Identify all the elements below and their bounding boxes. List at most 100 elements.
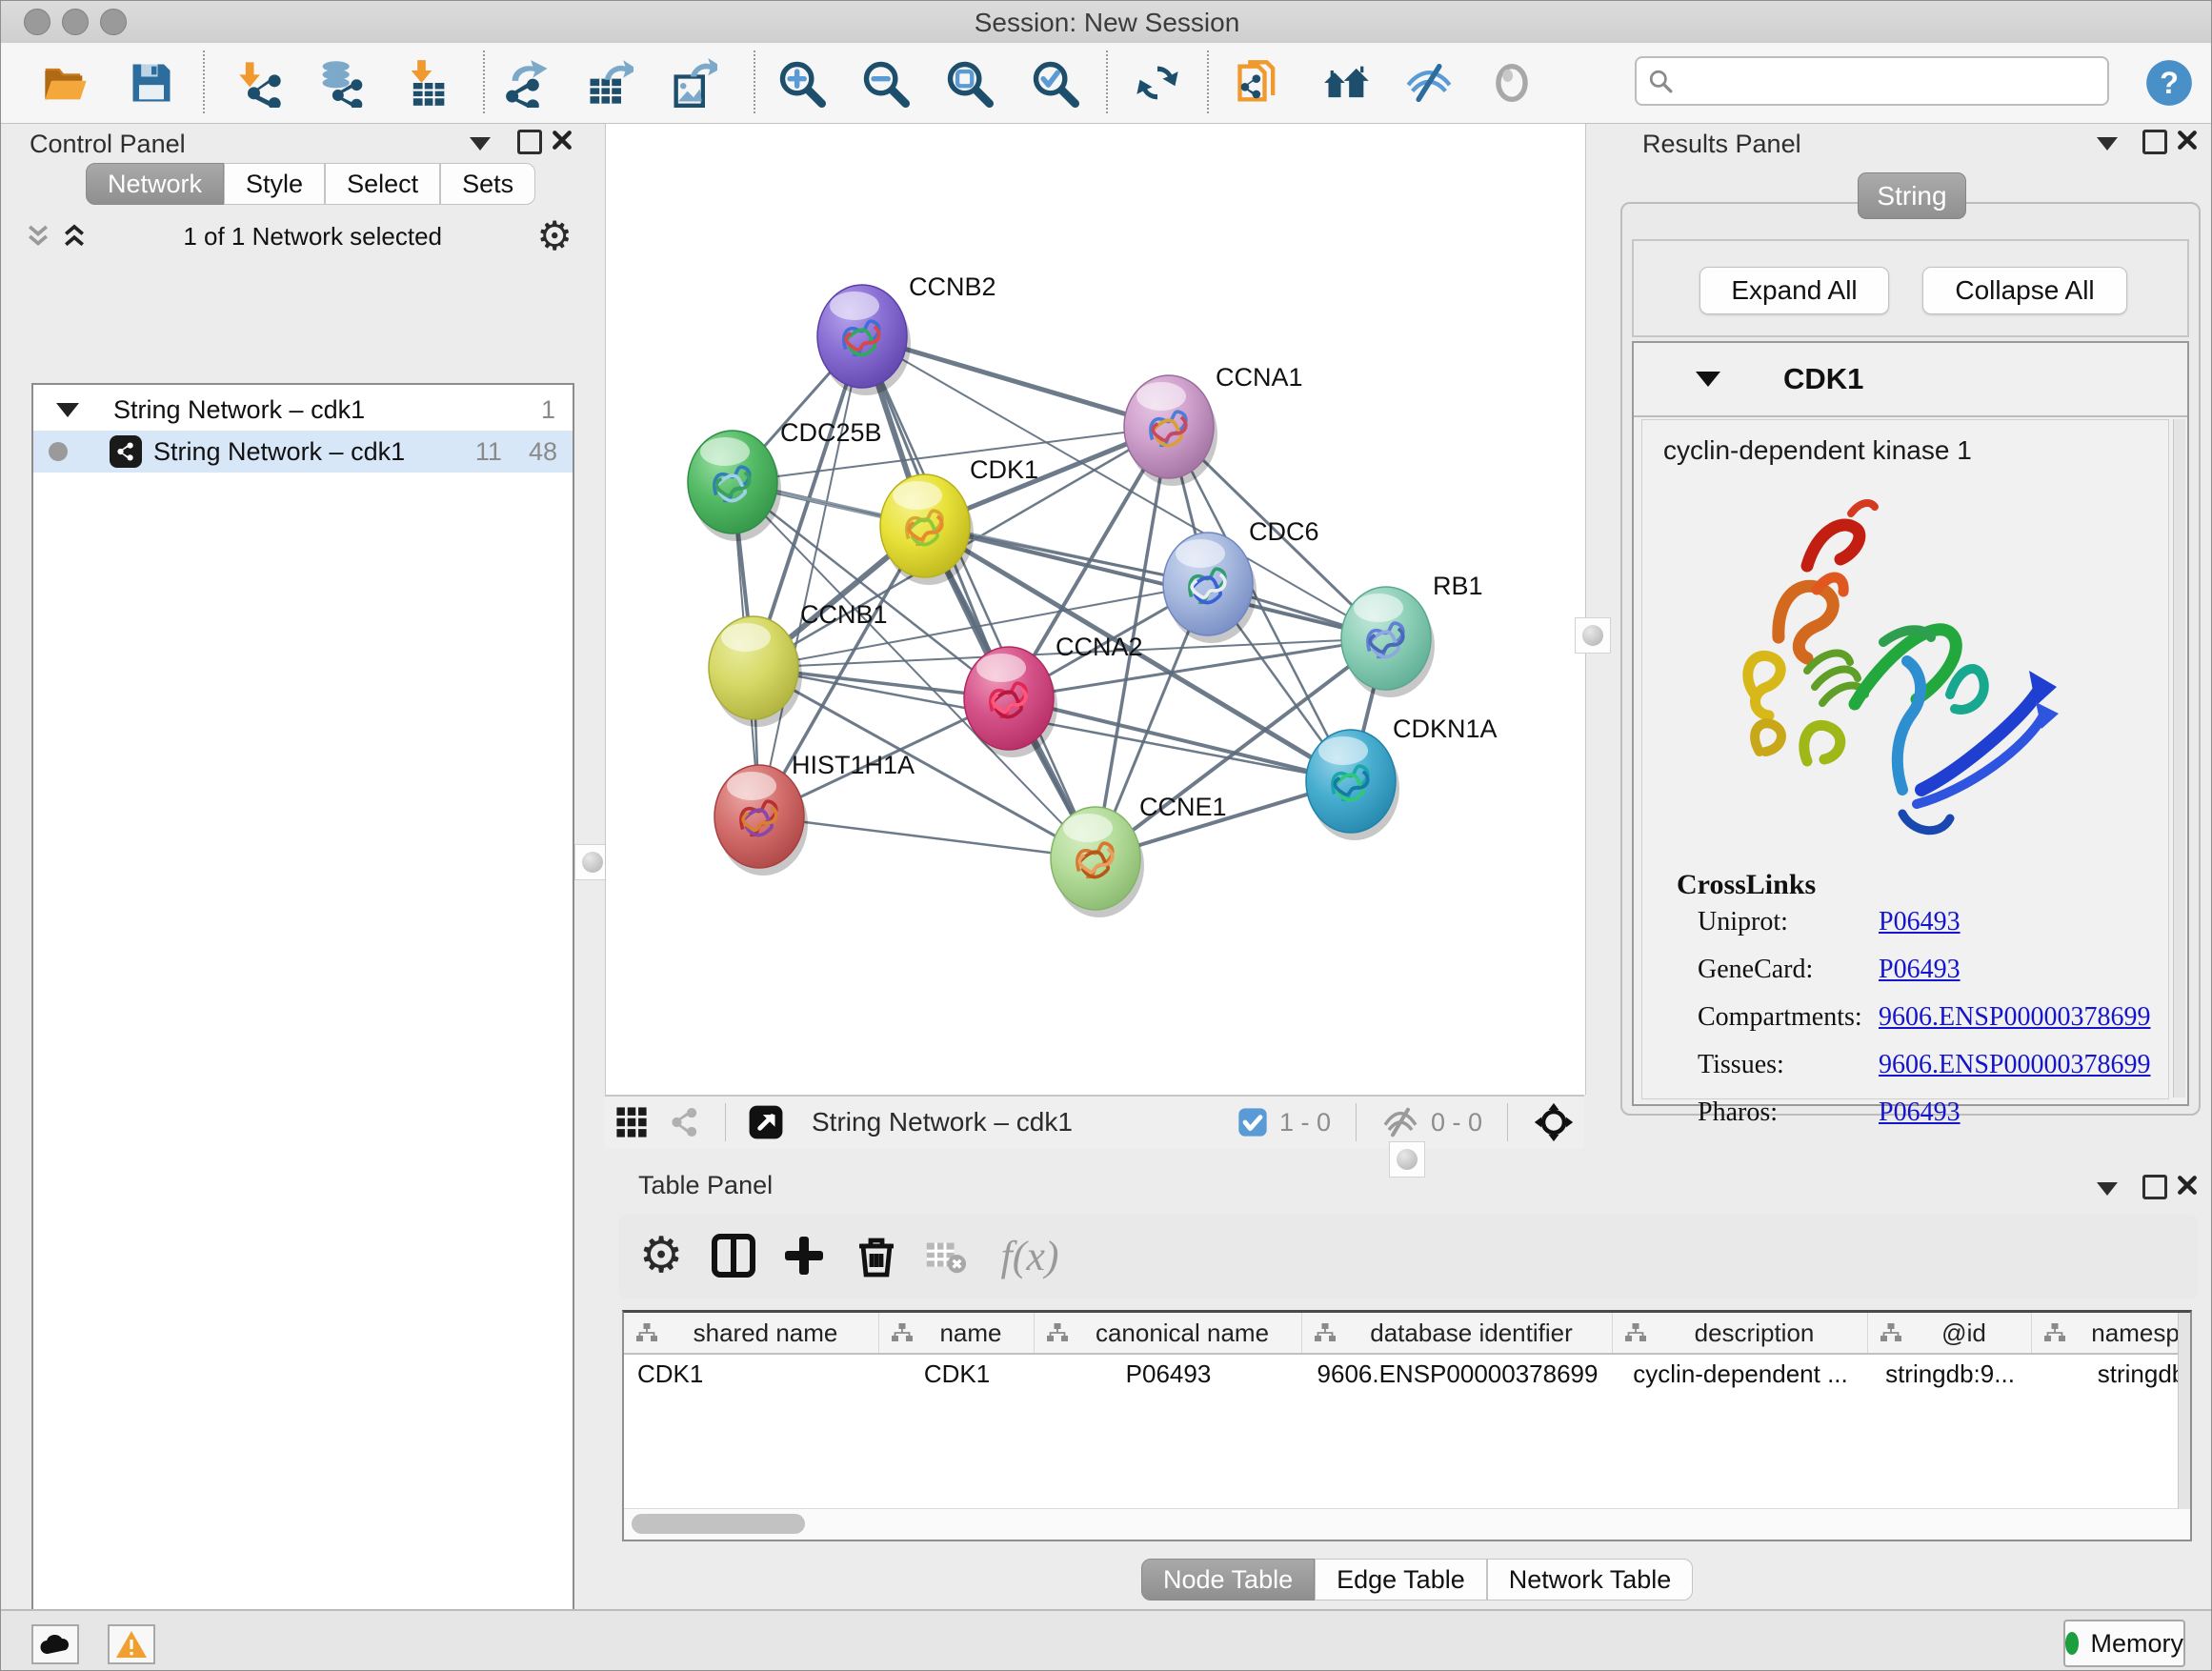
network-canvas[interactable]: CCNB2CCNA1CDC25BCDK1CDC6RB1CCNB1CCNA2CDK… (605, 124, 1586, 1095)
panel-float-icon[interactable] (2142, 130, 2167, 154)
network-file-share-icon[interactable] (1232, 56, 1285, 110)
crosslink-value-link[interactable]: 9606.ENSP00000378699 (1879, 1002, 2150, 1033)
tab-sets[interactable]: Sets (440, 163, 535, 205)
panel-menu-icon[interactable] (470, 137, 491, 151)
import-table-icon[interactable] (401, 56, 454, 110)
table-cell[interactable]: 9606.ENSP00000378699 (1302, 1355, 1613, 1393)
birdseye-view-icon[interactable] (739, 1096, 793, 1149)
table-cell[interactable]: stringdb:9... (1868, 1355, 2032, 1393)
table-cell[interactable]: CDK1 (624, 1355, 879, 1393)
crosslink-value-link[interactable]: P06493 (1879, 955, 1961, 985)
add-column-icon[interactable] (773, 1224, 835, 1287)
warning-status-button[interactable] (108, 1624, 155, 1664)
show-columns-icon[interactable] (702, 1224, 765, 1287)
crosslink-value-link[interactable]: P06493 (1879, 907, 1961, 937)
function-builder-icon[interactable]: f(x) (982, 1224, 1077, 1287)
panel-float-icon[interactable] (2142, 1175, 2167, 1199)
cloud-status-button[interactable] (31, 1624, 79, 1664)
node-CDC25B[interactable] (688, 431, 781, 541)
network-tree-root-row[interactable]: String Network – cdk1 1 (33, 389, 573, 431)
table-row[interactable]: CDK1CDK1P064939606.ENSP00000378699cyclin… (624, 1355, 2190, 1393)
right-splitter-handle[interactable] (1575, 617, 1611, 654)
tree-expand-caret-icon[interactable] (56, 403, 79, 417)
tab-style[interactable]: Style (224, 163, 325, 205)
export-image-icon[interactable] (666, 56, 719, 110)
crosslink-value-link[interactable]: 9606.ENSP00000378699 (1879, 1050, 2150, 1080)
column-header-name[interactable]: name (879, 1313, 1035, 1353)
crosslink-value-link[interactable]: P06493 (1879, 1097, 1961, 1128)
results-tab-string[interactable]: String (1858, 172, 1966, 219)
help-icon[interactable]: ? (2142, 56, 2196, 110)
panel-menu-icon[interactable] (2097, 137, 2118, 151)
column-header-@id[interactable]: @id (1868, 1313, 2032, 1353)
column-header-canonical-name[interactable]: canonical name (1035, 1313, 1302, 1353)
node-CDC6[interactable] (1163, 533, 1257, 643)
share-view-icon[interactable] (658, 1096, 712, 1149)
edge-CCNB2-CCNE1[interactable] (862, 336, 1096, 858)
zoom-in-icon[interactable] (774, 56, 828, 110)
zoom-selected-icon[interactable] (1028, 56, 1081, 110)
zoom-fit-icon[interactable] (942, 56, 995, 110)
zoom-out-icon[interactable] (858, 56, 912, 110)
save-session-icon[interactable] (125, 56, 178, 110)
node-RB1[interactable] (1341, 587, 1435, 697)
panel-close-icon[interactable] (552, 130, 573, 151)
grid-view-icon[interactable] (605, 1096, 658, 1149)
table-settings-gear-icon[interactable]: ⚙ (630, 1224, 693, 1287)
fit-content-crosshair-icon[interactable] (1533, 1101, 1575, 1143)
node-CCNA1[interactable] (1124, 375, 1217, 486)
panel-float-icon[interactable] (517, 130, 542, 154)
node-HIST1H1A[interactable] (714, 765, 808, 876)
column-header-shared-name[interactable]: shared name (624, 1313, 879, 1353)
column-header-description[interactable]: description (1613, 1313, 1868, 1353)
search-field[interactable] (1635, 56, 2109, 106)
tab-node-table[interactable]: Node Table (1141, 1559, 1315, 1601)
edge-CCNB2-HIST1H1A[interactable] (759, 336, 862, 816)
network-tree-child-row[interactable]: String Network – cdk1 11 48 (33, 431, 573, 473)
tab-edge-table[interactable]: Edge Table (1315, 1559, 1487, 1601)
network-options-gear-icon[interactable]: ⚙ (536, 216, 573, 256)
refresh-icon[interactable] (1131, 56, 1184, 110)
panel-close-icon[interactable] (2177, 1175, 2198, 1196)
column-header-namespace[interactable]: namespace (2032, 1313, 2192, 1353)
home-network-icon[interactable] (1320, 56, 1374, 110)
scrollbar-thumb[interactable] (632, 1514, 805, 1534)
import-network-file-icon[interactable] (233, 56, 287, 110)
edge-HIST1H1A-CCNE1[interactable] (759, 816, 1096, 858)
result-entry-header[interactable]: CDK1 (1634, 343, 2187, 417)
table-cell[interactable]: P06493 (1035, 1355, 1302, 1393)
collapse-all-button[interactable]: Collapse All (1922, 267, 2127, 314)
search-input[interactable] (1682, 66, 2096, 97)
results-scrollbar[interactable] (2173, 419, 2185, 1097)
delete-table-icon[interactable] (914, 1224, 976, 1287)
selected-checkbox-icon[interactable] (1237, 1107, 1268, 1137)
node-CDKN1A[interactable] (1306, 730, 1399, 840)
column-header-database-identifier[interactable]: database identifier (1302, 1313, 1613, 1353)
node-CCNA2[interactable] (964, 647, 1057, 757)
hide-eye-icon[interactable] (1402, 56, 1456, 110)
node-CCNB1[interactable] (709, 616, 802, 727)
tab-network-table[interactable]: Network Table (1487, 1559, 1694, 1601)
memory-button[interactable]: Memory (2063, 1620, 2185, 1667)
hidden-eye-icon[interactable] (1381, 1107, 1419, 1137)
expand-all-icon[interactable] (60, 222, 89, 251)
tab-network[interactable]: Network (86, 163, 224, 205)
table-cell[interactable]: cyclin-dependent ... (1613, 1355, 1868, 1393)
export-table-icon[interactable] (582, 56, 635, 110)
node-CCNE1[interactable] (1051, 807, 1144, 917)
panel-menu-icon[interactable] (2097, 1182, 2118, 1196)
table-vertical-scrollbar[interactable] (2178, 1313, 2190, 1509)
tab-select[interactable]: Select (325, 163, 440, 205)
network-graph[interactable]: CCNB2CCNA1CDC25BCDK1CDC6RB1CCNB1CCNA2CDK… (606, 124, 1585, 1095)
open-session-icon[interactable] (39, 56, 92, 110)
export-network-icon[interactable] (502, 56, 555, 110)
collapse-all-icon[interactable] (24, 222, 52, 251)
import-network-database-icon[interactable] (313, 56, 367, 110)
horizontal-splitter-handle[interactable] (1389, 1141, 1425, 1178)
expand-all-button[interactable]: Expand All (1699, 267, 1889, 314)
node-CDK1[interactable] (880, 474, 974, 585)
panel-close-icon[interactable] (2177, 130, 2198, 151)
table-horizontal-scrollbar[interactable] (624, 1508, 2190, 1540)
delete-column-icon[interactable] (845, 1224, 908, 1287)
table-cell[interactable]: stringdb (2032, 1355, 2192, 1393)
